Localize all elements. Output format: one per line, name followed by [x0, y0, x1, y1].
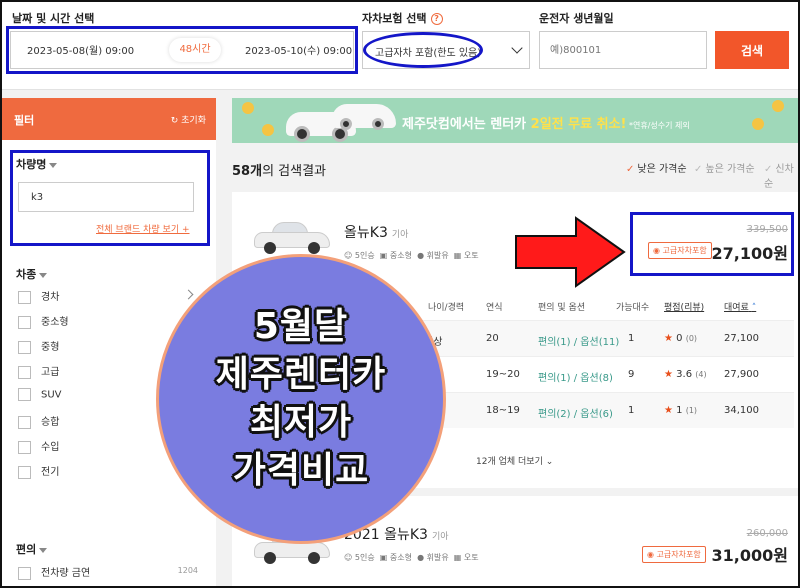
checkbox[interactable]: [18, 365, 31, 379]
overlay-line: 5월달: [253, 306, 349, 347]
opt-cell[interactable]: 편의(2) / 옵션(6): [538, 405, 613, 420]
year-cell: 18~19: [486, 405, 520, 416]
overlay-line: 최저가: [249, 402, 353, 443]
highlight-box-car-name: [10, 150, 210, 246]
convenience-label: 편의: [16, 541, 48, 557]
filter-car-type[interactable]: 중소형: [18, 313, 198, 331]
result-count: 58개의 검색결과: [232, 164, 326, 179]
price-cell: 34,100: [724, 405, 759, 416]
rating-cell: ★ 0 (0): [664, 333, 698, 344]
dob-label: 운전자 생년월일: [539, 12, 614, 25]
sort-new-car[interactable]: ✓ 신차순: [764, 160, 800, 190]
overlay-line: 가격비교: [232, 450, 370, 491]
col-rating[interactable]: 평점(리뷰): [664, 300, 704, 313]
insurance-label: 자차보험 선택?: [362, 10, 443, 26]
chevron-right-icon: [183, 289, 194, 300]
dob-input[interactable]: [539, 31, 707, 69]
help-icon[interactable]: ?: [430, 13, 443, 25]
car-specs: ☺ 5인승 ▣ 중소형 ● 휘발유 ▦ 오토: [344, 251, 479, 260]
qty-cell: 9: [628, 369, 635, 380]
highlight-oval-insurance: [363, 32, 483, 68]
filter-no-smoking[interactable]: 전차량 금연 1204: [18, 564, 198, 582]
car-type-label: 차종: [16, 266, 48, 282]
filter-car-type[interactable]: 전기: [18, 463, 198, 481]
chevron-down-icon: [511, 42, 523, 54]
search-bar: 날짜 및 시간 선택 2023-05-08(월) 09:00 48시간 2023…: [0, 0, 800, 90]
car-specs: ☺ 5인승 ▣ 중소형 ● 휘발유 ▦ 오토: [344, 553, 479, 562]
checkbox[interactable]: [18, 290, 31, 304]
search-button[interactable]: 검색: [715, 31, 789, 69]
col-age: 나이/경력: [428, 303, 465, 313]
car-image: [254, 220, 330, 254]
col-options: 편의 및 옵션: [538, 303, 586, 313]
checkbox[interactable]: [18, 340, 31, 354]
col-qty: 가능대수: [616, 303, 650, 313]
star-icon: ★: [664, 333, 673, 344]
year-cell: 20: [486, 333, 499, 344]
red-arrow-icon: [515, 216, 626, 288]
promo-overlay-circle: 5월달 제주렌터카 최저가 가격비교: [156, 254, 446, 544]
price: 31,000원: [711, 546, 788, 565]
checkbox[interactable]: [18, 388, 31, 401]
caret-down-icon: [39, 272, 48, 278]
star-icon: ★: [664, 369, 673, 380]
qty-cell: 1: [628, 333, 635, 344]
qty-cell: 1: [628, 405, 635, 416]
rating-cell: ★ 3.6 (4): [664, 369, 707, 380]
price-cell: 27,100: [724, 333, 759, 344]
opt-cell[interactable]: 편의(1) / 옵션(8): [538, 369, 613, 384]
insurance-badge: ◉ 고급자차포함: [642, 546, 706, 563]
col-price[interactable]: 대여료 ˄: [724, 300, 756, 313]
sort-low-price[interactable]: ✓ 낮은 가격순: [626, 160, 687, 175]
promo-banner[interactable]: 제주닷컴에서는 렌터카 2일전 무료 취소! *연휴/성수기 제외: [232, 98, 800, 143]
checkbox[interactable]: [18, 415, 31, 429]
sort-high-price[interactable]: ✓ 높은 가격순: [694, 160, 755, 175]
more-companies-button[interactable]: 12개 업체 더보기 ⌄: [476, 454, 553, 467]
reset-button[interactable]: ↻ 초기화: [171, 113, 206, 126]
caret-down-icon: [39, 547, 48, 553]
star-icon: ★: [664, 405, 673, 416]
checkbox[interactable]: [18, 465, 31, 479]
rating-cell: ★ 1 (1): [664, 405, 698, 416]
opt-cell[interactable]: 편의(1) / 옵션(11): [538, 333, 619, 348]
checkbox[interactable]: [18, 440, 31, 454]
highlight-box-price: [630, 212, 794, 276]
overlay-line: 제주렌터카: [215, 354, 387, 395]
date-label: 날짜 및 시간 선택: [12, 12, 95, 25]
checkbox[interactable]: [18, 315, 31, 329]
highlight-box-date: [6, 26, 358, 74]
original-price: 260,000: [746, 528, 788, 539]
check-icon: ✓: [626, 164, 635, 175]
filter-car-type[interactable]: 경차: [18, 288, 198, 306]
banner-text: 제주닷컴에서는 렌터카 2일전 무료 취소! *연휴/성수기 제외: [402, 117, 690, 132]
checkbox[interactable]: [18, 566, 31, 580]
year-cell: 19~20: [486, 369, 520, 380]
col-year: 연식: [486, 303, 503, 313]
car-name: 올뉴K3 기아: [344, 225, 409, 241]
price-cell: 27,900: [724, 369, 759, 380]
filter-header: 필터 ↻ 초기화: [2, 98, 216, 140]
